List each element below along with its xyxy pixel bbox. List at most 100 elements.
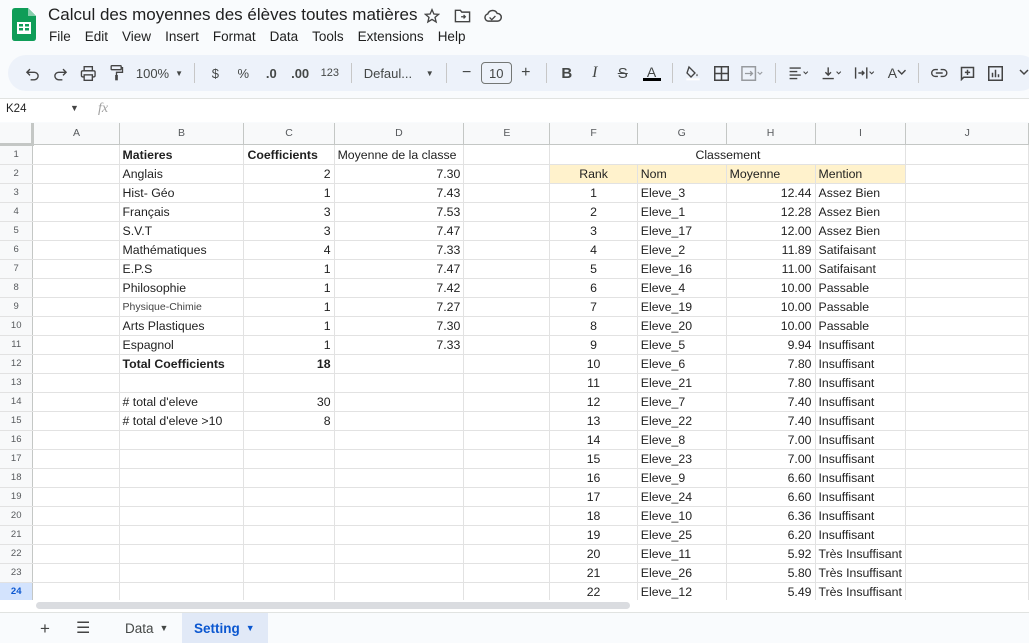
cell-c24[interactable]	[243, 582, 335, 600]
column-header-j[interactable]: J	[905, 123, 1029, 145]
sheet-tab-data[interactable]: Data ▼	[113, 613, 180, 643]
cell-h11[interactable]: 9.94	[726, 335, 816, 355]
cell-j21[interactable]	[905, 525, 1029, 545]
cell-e16[interactable]	[463, 430, 551, 450]
scrollbar-thumb[interactable]	[36, 602, 630, 609]
cell-a8[interactable]	[32, 278, 120, 298]
cell-b6[interactable]: Mathématiques	[119, 240, 245, 260]
cell-f1[interactable]: Classement	[549, 144, 907, 165]
cell-d2[interactable]: 7.30	[334, 164, 465, 184]
cell-e22[interactable]	[463, 544, 551, 564]
cell-b2[interactable]: Anglais	[119, 164, 245, 184]
cell-a24[interactable]	[32, 582, 120, 600]
cell-e14[interactable]	[463, 392, 551, 412]
cell-j10[interactable]	[905, 316, 1029, 336]
cell-a23[interactable]	[32, 563, 120, 583]
cell-i21[interactable]: Insuffisant	[815, 525, 907, 545]
cell-b3[interactable]: Hist- Géo	[119, 183, 245, 203]
text-color-button[interactable]: A	[639, 59, 664, 87]
cell-i13[interactable]: Insuffisant	[815, 373, 907, 393]
cell-b5[interactable]: S.V.T	[119, 221, 245, 241]
cell-f13[interactable]: 11	[549, 373, 638, 393]
cell-a9[interactable]	[32, 297, 120, 317]
cell-j20[interactable]	[905, 506, 1029, 526]
cell-f5[interactable]: 3	[549, 221, 638, 241]
cell-c6[interactable]: 4	[243, 240, 335, 260]
cell-e3[interactable]	[463, 183, 551, 203]
cell-b20[interactable]	[119, 506, 245, 526]
print-icon[interactable]	[76, 59, 101, 87]
cell-a5[interactable]	[32, 221, 120, 241]
cell-i18[interactable]: Insuffisant	[815, 468, 907, 488]
cell-b15[interactable]: # total d'eleve >10	[119, 411, 245, 431]
cell-g8[interactable]: Eleve_4	[637, 278, 727, 298]
cell-j8[interactable]	[905, 278, 1029, 298]
column-header-h[interactable]: H	[726, 123, 816, 145]
cell-c22[interactable]	[243, 544, 335, 564]
horizontal-scrollbar[interactable]	[0, 600, 1029, 612]
cell-b19[interactable]	[119, 487, 245, 507]
increase-font-size-button[interactable]: +	[514, 59, 538, 87]
cell-h4[interactable]: 12.28	[726, 202, 816, 222]
cell-b24[interactable]	[119, 582, 245, 600]
cell-f14[interactable]: 12	[549, 392, 638, 412]
cell-b23[interactable]	[119, 563, 245, 583]
cell-f10[interactable]: 8	[549, 316, 638, 336]
cell-h7[interactable]: 11.00	[726, 259, 816, 279]
cell-h16[interactable]: 7.00	[726, 430, 816, 450]
cell-g5[interactable]: Eleve_17	[637, 221, 727, 241]
cell-d23[interactable]	[334, 563, 465, 583]
cell-a11[interactable]	[32, 335, 120, 355]
cell-g11[interactable]: Eleve_5	[637, 335, 727, 355]
cell-d6[interactable]: 7.33	[334, 240, 465, 260]
row-header[interactable]: 6	[0, 240, 34, 260]
cell-f24[interactable]: 22	[549, 582, 638, 600]
zoom-select[interactable]: 100% ▼	[133, 59, 187, 87]
cell-c17[interactable]	[243, 449, 335, 469]
cell-g6[interactable]: Eleve_2	[637, 240, 727, 260]
star-icon[interactable]	[422, 6, 442, 26]
cell-i17[interactable]: Insuffisant	[815, 449, 907, 469]
cell-j22[interactable]	[905, 544, 1029, 564]
cell-a16[interactable]	[32, 430, 120, 450]
cell-f18[interactable]: 16	[549, 468, 638, 488]
cell-f6[interactable]: 4	[549, 240, 638, 260]
row-header[interactable]: 20	[0, 506, 34, 526]
cell-h2[interactable]: Moyenne	[726, 164, 816, 184]
cell-h9[interactable]: 10.00	[726, 297, 816, 317]
cell-b18[interactable]	[119, 468, 245, 488]
cell-i11[interactable]: Insuffisant	[815, 335, 907, 355]
cell-i10[interactable]: Passable	[815, 316, 907, 336]
cell-f11[interactable]: 9	[549, 335, 638, 355]
column-header-i[interactable]: I	[815, 123, 907, 145]
cell-c16[interactable]	[243, 430, 335, 450]
cell-f2[interactable]: Rank	[549, 164, 638, 184]
cell-c9[interactable]: 1	[243, 297, 335, 317]
row-header[interactable]: 13	[0, 373, 34, 393]
cell-e12[interactable]	[463, 354, 551, 374]
cell-b11[interactable]: Espagnol	[119, 335, 245, 355]
cell-i6[interactable]: Satifaisant	[815, 240, 907, 260]
column-header-e[interactable]: E	[463, 123, 551, 145]
menu-insert[interactable]: Insert	[158, 28, 206, 45]
strikethrough-button[interactable]: S	[611, 59, 635, 87]
cell-j18[interactable]	[905, 468, 1029, 488]
cell-a3[interactable]	[32, 183, 120, 203]
cell-d12[interactable]	[334, 354, 465, 374]
menu-extensions[interactable]: Extensions	[351, 28, 431, 45]
cell-g22[interactable]: Eleve_11	[637, 544, 727, 564]
cell-g9[interactable]: Eleve_19	[637, 297, 727, 317]
cell-d7[interactable]: 7.47	[334, 259, 465, 279]
row-header[interactable]: 8	[0, 278, 34, 298]
cell-e13[interactable]	[463, 373, 551, 393]
font-size-input[interactable]: 10	[480, 62, 512, 84]
menu-data[interactable]: Data	[263, 28, 306, 45]
cell-i15[interactable]: Insuffisant	[815, 411, 907, 431]
undo-icon[interactable]	[20, 59, 44, 87]
column-header-f[interactable]: F	[549, 123, 638, 145]
cell-d4[interactable]: 7.53	[334, 202, 465, 222]
decrease-decimal-button[interactable]: .0	[259, 59, 283, 87]
cell-h22[interactable]: 5.92	[726, 544, 816, 564]
cell-i16[interactable]: Insuffisant	[815, 430, 907, 450]
cell-i24[interactable]: Très Insuffisant	[815, 582, 907, 600]
